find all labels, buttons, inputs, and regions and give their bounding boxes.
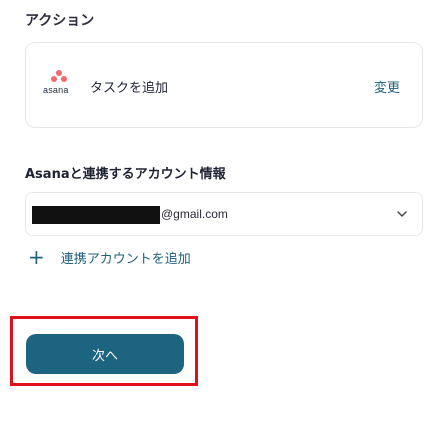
change-action-link[interactable]: 変更 xyxy=(374,77,400,96)
add-account-button[interactable]: + 連携アカウントを追加 xyxy=(28,247,191,267)
asana-logo-text: asana xyxy=(43,85,69,95)
action-card: asana タスクを追加 変更 xyxy=(25,42,423,128)
redacted-email-user xyxy=(32,206,160,224)
plus-icon: + xyxy=(28,245,45,269)
section-title: アクション xyxy=(25,13,95,29)
add-account-label: 連携アカウントを追加 xyxy=(60,251,191,267)
asana-logo-icon: asana xyxy=(43,70,75,100)
action-name: タスクを追加 xyxy=(90,81,169,96)
email-domain: @gmail.com xyxy=(161,207,228,221)
next-button[interactable]: 次へ xyxy=(26,334,184,374)
account-select[interactable]: @gmail.com xyxy=(25,192,423,236)
chevron-down-icon[interactable] xyxy=(396,208,408,220)
account-label: Asanaと連携するアカウント情報 xyxy=(25,167,226,182)
